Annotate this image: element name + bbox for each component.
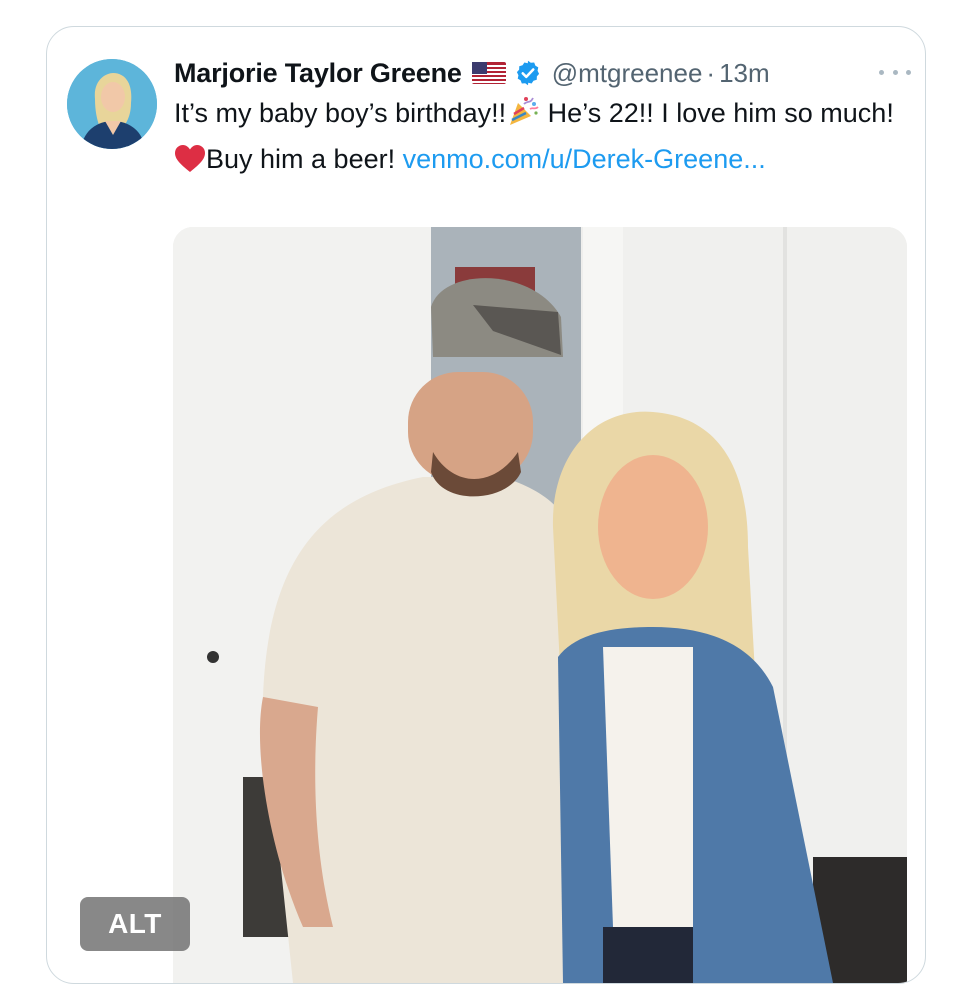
more-options-icon[interactable] <box>879 61 911 83</box>
red-heart-icon <box>174 144 206 185</box>
venmo-link[interactable]: venmo.com/u/Derek-Greene... <box>403 144 766 174</box>
profile-avatar[interactable] <box>67 59 157 149</box>
tweet-text-part1: It’s my baby boy’s birthday!! <box>174 98 507 128</box>
separator-dot: · <box>706 57 716 88</box>
author-display-name[interactable]: Marjorie Taylor Greene <box>174 58 462 89</box>
alt-text-badge[interactable]: ALT <box>80 897 190 951</box>
author-handle[interactable]: @mtgreenee <box>552 58 703 89</box>
tweet-text-part2: He’s 22!! I love him so much! <box>540 98 894 128</box>
us-flag-icon <box>471 62 506 84</box>
tweet-header: Marjorie Taylor Greene @mtgreenee · 13m <box>174 53 914 93</box>
verified-badge-icon[interactable] <box>514 59 542 87</box>
tweet-timestamp[interactable]: 13m <box>719 58 770 89</box>
tweet-photo[interactable] <box>173 227 907 983</box>
tweet-text: It’s my baby boy’s birthday!! He’s 22!! … <box>174 93 909 185</box>
party-popper-icon <box>506 94 540 139</box>
tweet-text-part3: Buy him a beer! <box>206 144 403 174</box>
tweet-card[interactable]: Marjorie Taylor Greene @mtgreenee · 13m <box>46 26 926 984</box>
